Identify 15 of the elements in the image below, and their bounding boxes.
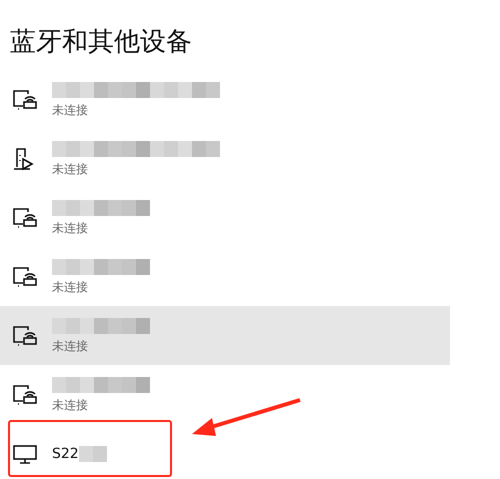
blurred-name-drawing	[78, 446, 107, 462]
cast-display-icon	[12, 324, 38, 348]
device-status: 未连接	[52, 338, 89, 355]
cast-display-icon	[12, 382, 38, 406]
device-name: S22	[52, 446, 79, 462]
page-title: 蓝牙和其他设备	[10, 26, 193, 59]
cast-display-icon	[12, 88, 38, 112]
device-status: 未连接	[52, 161, 89, 178]
device-status: 未连接	[52, 102, 89, 119]
cast-display-icon	[12, 264, 38, 288]
device-status: 未连接	[52, 279, 89, 296]
device-status: 未连接	[52, 397, 89, 414]
device-status: 未连接	[52, 220, 89, 237]
cast-display-icon	[12, 206, 38, 230]
device-row-hovered[interactable]: 未连接	[0, 306, 450, 365]
